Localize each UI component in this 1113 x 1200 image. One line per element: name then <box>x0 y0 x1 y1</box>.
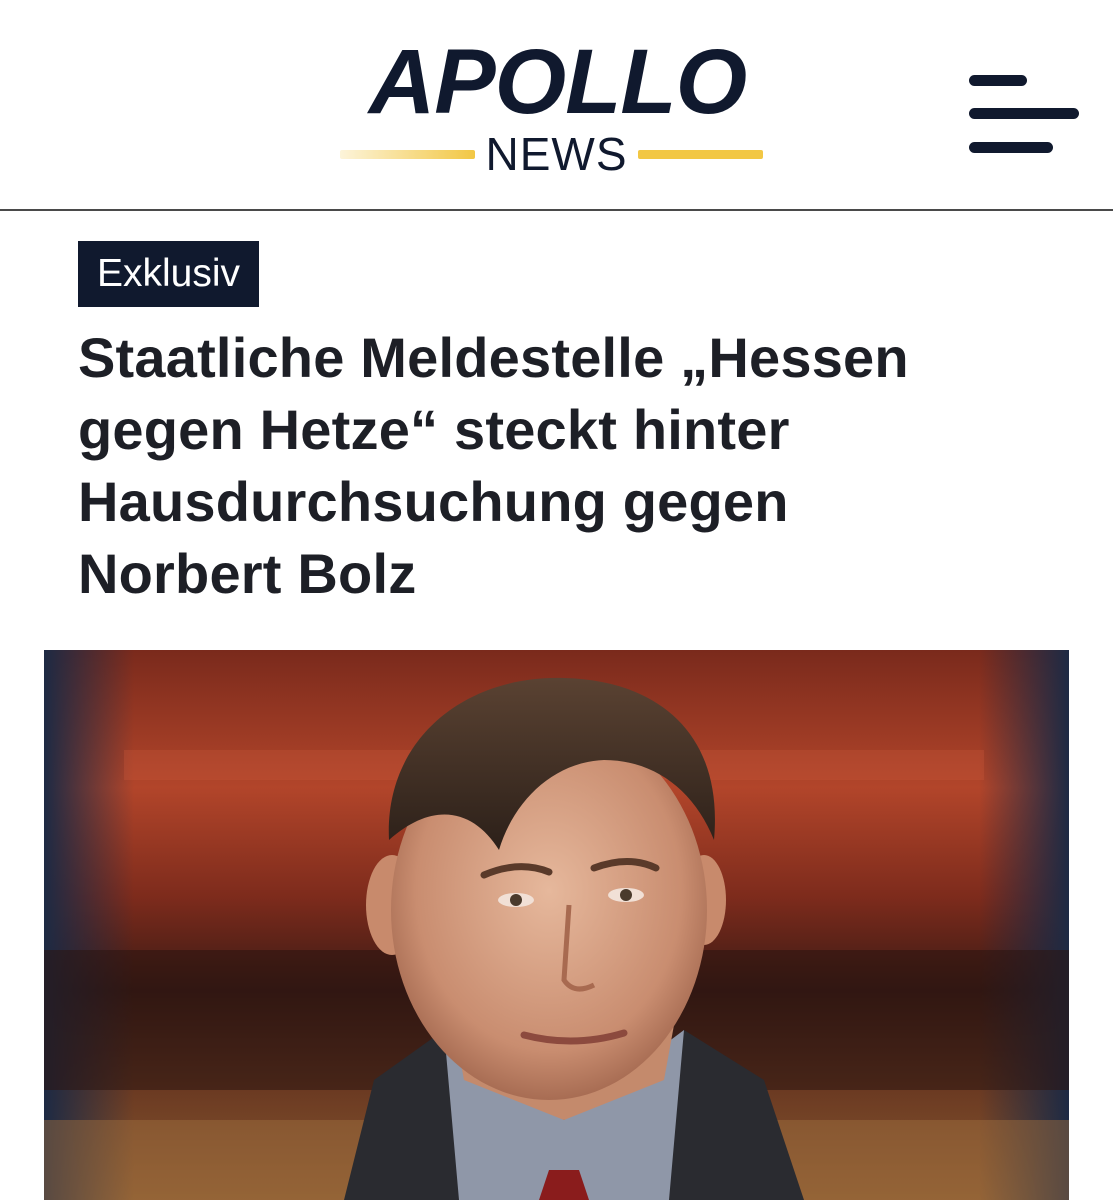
menu-line-middle <box>969 108 1079 119</box>
category-badge[interactable]: Exklusiv <box>78 241 260 307</box>
apollo-news-logo[interactable]: APOLLO NEWS <box>330 30 785 190</box>
menu-line-top <box>969 75 1027 86</box>
logo-accent-bar-left <box>340 150 475 159</box>
logo-subtitle-row: NEWS <box>330 130 785 178</box>
hero-portrait-photo[interactable] <box>44 650 1069 1200</box>
article-page: APOLLO NEWS Exklusiv Staatliche Meldeste… <box>0 0 1113 1200</box>
headline-line: Norbert Bolz <box>78 542 417 605</box>
headline-line: Hausdurchsuchung gegen <box>78 470 789 533</box>
article-headline[interactable]: Staatliche Meldestelle „Hessen gegen Het… <box>78 322 1038 610</box>
logo-wordmark: APOLLO <box>368 31 747 133</box>
logo-accent-bar-right <box>638 150 763 159</box>
headline-line: gegen Hetze“ steckt hinter <box>78 398 790 461</box>
logo-subtitle: NEWS <box>485 128 628 180</box>
headline-line: Staatliche Meldestelle „Hessen <box>78 326 909 389</box>
site-header: APOLLO NEWS <box>0 0 1113 211</box>
menu-line-bottom <box>969 142 1053 153</box>
hamburger-menu-icon[interactable] <box>965 72 1083 158</box>
portrait-photo-illustration <box>44 650 1069 1200</box>
